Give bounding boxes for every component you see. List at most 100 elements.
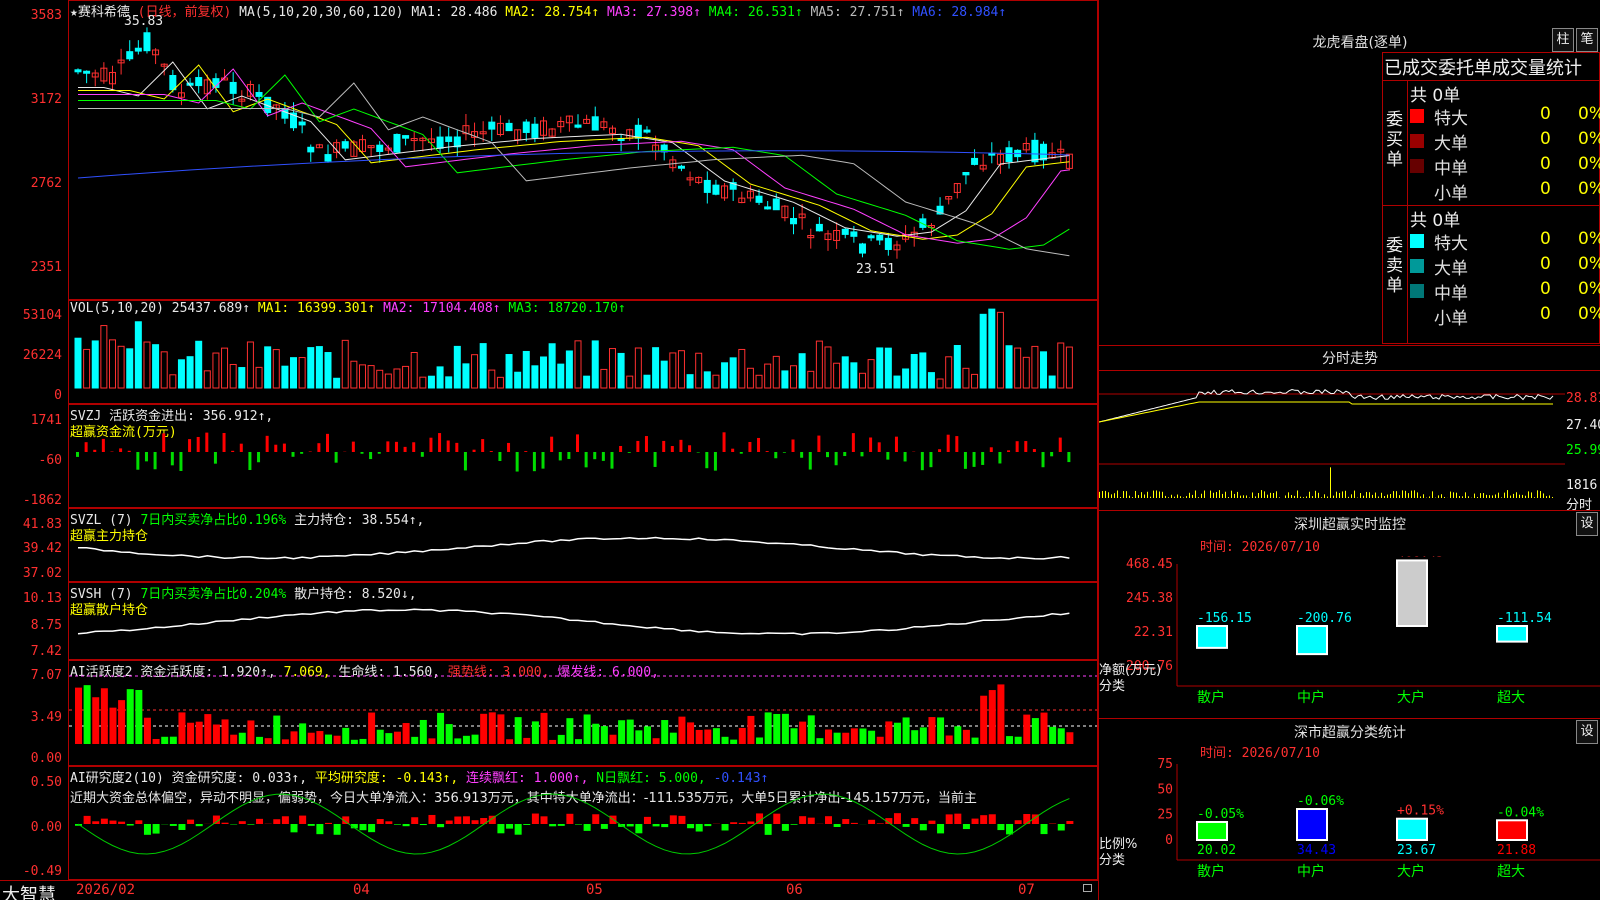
sell-row: 特大00%: [1410, 229, 1600, 254]
research-bar: [566, 813, 574, 824]
intraday-vol-bar: [1339, 492, 1340, 498]
activity-bar: [540, 712, 548, 744]
intraday-vol-bar: [1363, 495, 1364, 498]
activity-bar: [937, 717, 945, 744]
volume-bar: [350, 360, 358, 389]
volume-bar: [186, 356, 194, 389]
flow-bar: [300, 452, 304, 454]
category-label: 中户: [1297, 863, 1325, 880]
intraday-vol-bar: [1261, 490, 1262, 498]
volume-bar: [729, 357, 737, 389]
activity-bar: [721, 736, 729, 744]
bar-ratio-label: 34.43: [1297, 843, 1336, 858]
flow-bar: [903, 452, 907, 462]
research-bar: [1014, 820, 1022, 824]
intraday-chart-svg[interactable]: [1099, 370, 1565, 508]
volume-bar: [660, 360, 668, 389]
flow-bar: [679, 439, 683, 452]
svzl-chart-svg[interactable]: [69, 508, 1097, 582]
activity-bar: [842, 732, 850, 744]
flow-bar: [765, 451, 769, 452]
volume-bar: [764, 363, 772, 389]
category-bar: [1196, 820, 1228, 842]
intraday-vol-bar: [1480, 493, 1481, 498]
activity-bar: [816, 738, 824, 744]
tick-mode-button[interactable]: 笔: [1576, 28, 1598, 52]
ma-line: [78, 68, 1070, 244]
volume-chart-svg[interactable]: [69, 300, 1097, 404]
flow-bar: [170, 452, 174, 466]
activity-bar: [221, 719, 229, 744]
volume-bar: [100, 325, 108, 389]
ai-active-ytick: 0.00: [30, 751, 62, 766]
brand-label[interactable]: 大智慧: [2, 881, 56, 900]
volume-bar: [1014, 347, 1022, 389]
bar-mode-button[interactable]: 柱: [1552, 28, 1574, 52]
activity-bar: [980, 695, 988, 744]
activity-bar: [118, 700, 126, 744]
research-bar: [316, 824, 324, 835]
research-bar: [92, 821, 100, 824]
sell-side-label: 委卖单: [1386, 236, 1403, 296]
intraday-vol-bar: [1534, 497, 1535, 498]
intraday-vol-bar: [1507, 490, 1508, 498]
flow-bar: [877, 442, 881, 452]
research-bar: [333, 824, 341, 835]
flow-bar: [644, 436, 648, 452]
volume-bar: [798, 353, 806, 389]
activity-bar: [790, 728, 798, 744]
volume-bar: [695, 352, 703, 389]
intraday-vol-bar: [1117, 490, 1118, 498]
svzj-chart-svg[interactable]: [69, 404, 1097, 508]
classify-chart-svg[interactable]: 75 50 25 0 比例%分类 -0.05% 20.02 散户 -0.06% 34.43 中户 +0…: [1099, 756, 1600, 900]
activity-bar: [204, 714, 212, 744]
bar-ratio-label: 21.88: [1497, 843, 1536, 858]
activity-bar: [592, 723, 600, 744]
intraday-vol-bar: [1135, 490, 1136, 498]
research-bar: [583, 824, 591, 831]
intraday-vol-bar: [1126, 491, 1127, 498]
flow-bar: [705, 452, 709, 469]
flow-bar: [162, 433, 166, 452]
activity-bar: [126, 689, 134, 744]
intraday-vol-bar: [1453, 492, 1454, 498]
research-bar: [247, 824, 255, 825]
monitor-chart-svg[interactable]: 468.45 245.38 22.31 -200.76 净额(万元)分类 -156.15 散…: [1099, 556, 1600, 716]
candle: [841, 228, 849, 235]
svsh-chart-svg[interactable]: [69, 582, 1097, 660]
monitor-settings-button[interactable]: 设: [1576, 512, 1598, 536]
classify-settings-button[interactable]: 设: [1576, 720, 1598, 744]
bar-value-label: -0.04%: [1497, 805, 1544, 820]
intraday-vol-bar: [1228, 496, 1229, 498]
research-bar: [850, 822, 858, 824]
flow-bar: [205, 432, 209, 452]
activity-bar: [747, 715, 755, 744]
candle: [790, 218, 798, 225]
candle: [755, 195, 763, 203]
flow-bar: [119, 448, 123, 452]
activity-bar: [678, 716, 686, 744]
ai-research-chart-svg[interactable]: [69, 766, 1097, 880]
volume-bar: [229, 363, 237, 389]
flow-bar: [1058, 437, 1062, 452]
activity-bar: [1014, 736, 1022, 744]
price-chart-svg[interactable]: [69, 0, 1097, 300]
svzj-ytick: -1862: [22, 493, 62, 508]
research-bar: [471, 820, 479, 824]
intraday-vol-bar: [1438, 495, 1439, 498]
intraday-vol-bar: [1408, 493, 1409, 498]
intraday-vol-bar: [1321, 497, 1322, 498]
candle: [764, 206, 772, 210]
volume-bar: [712, 374, 720, 389]
flow-bar: [481, 439, 485, 452]
volume-bar: [807, 370, 815, 389]
activity-bar: [876, 736, 884, 744]
flow-bar: [1032, 449, 1036, 452]
volume-bar: [117, 345, 125, 389]
activity-bar: [531, 721, 539, 744]
lock-icon[interactable]: [1083, 884, 1092, 892]
flow-bar: [636, 440, 640, 452]
ai-active-chart-svg[interactable]: [69, 660, 1097, 766]
flow-bar: [627, 452, 631, 453]
research-bar: [523, 824, 531, 825]
